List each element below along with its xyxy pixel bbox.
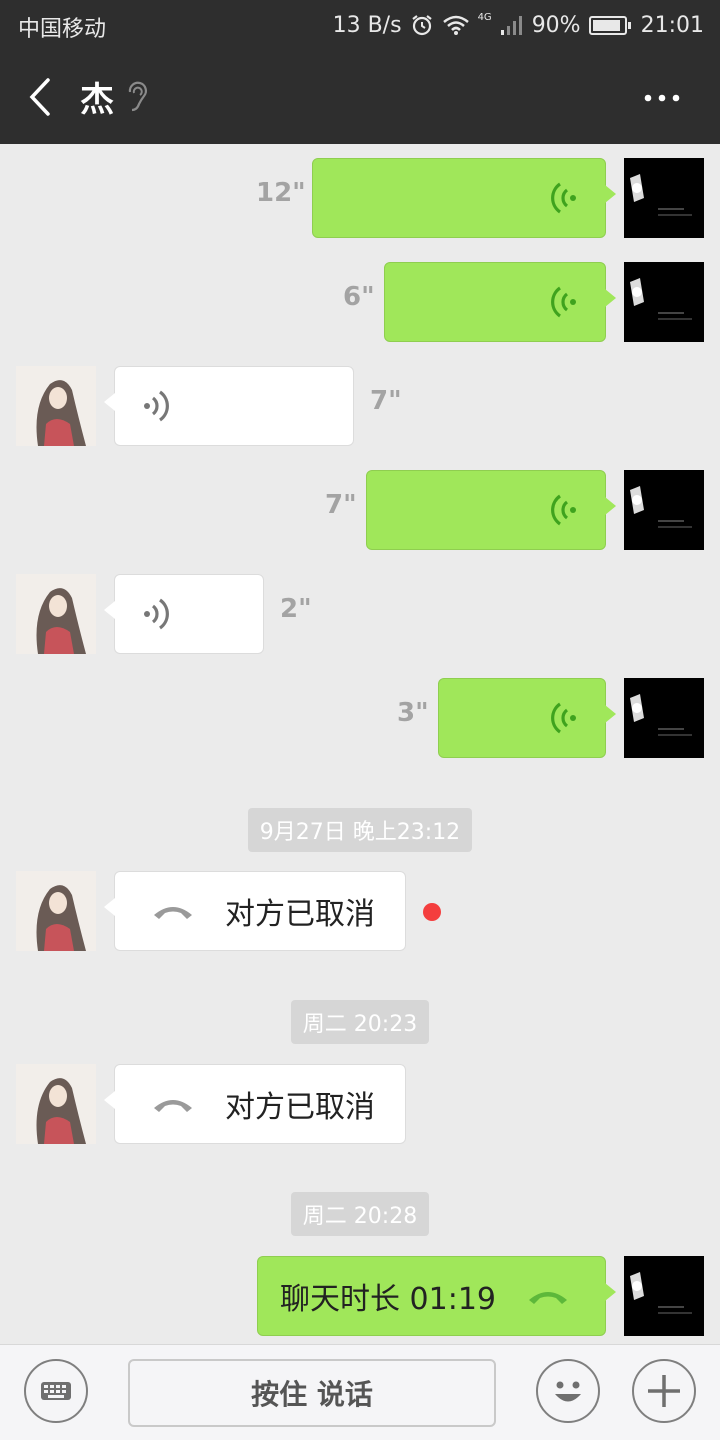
carrier-label: 中国移动: [18, 17, 107, 42]
my-avatar[interactable]: [624, 678, 704, 758]
voice-message-bubble[interactable]: [312, 158, 616, 238]
avatar-image: [16, 574, 96, 654]
voice-duration: 6": [343, 282, 375, 312]
plus-icon: [648, 1375, 680, 1407]
wifi-icon: [442, 15, 469, 35]
timestamp-row: 9月27日 晚上23:12: [0, 808, 720, 852]
voice-wave-icon: [144, 598, 169, 630]
avatar-image: [16, 366, 96, 446]
voice-message-bubble[interactable]: [104, 366, 354, 446]
timestamp: 9月27日 晚上23:12: [247, 808, 473, 852]
contact-avatar[interactable]: [16, 1064, 96, 1144]
chat-header: 杰: [0, 50, 720, 144]
timestamp-row: 周二 20:23: [0, 1000, 720, 1044]
voice-message-bubble[interactable]: [438, 678, 616, 758]
input-bar: 按住 说话: [0, 1344, 720, 1440]
unread-indicator: [423, 903, 441, 921]
clock: 21:01: [640, 12, 704, 38]
keyboard-icon: [41, 1382, 71, 1400]
chat-messages[interactable]: 12" 6" 7" 7" 2" 3" 9月27日 晚上23:12 对方已取消 周…: [0, 144, 720, 1344]
signal-icon: [500, 16, 522, 35]
my-avatar[interactable]: [624, 262, 704, 342]
network-type: 4G: [477, 12, 492, 23]
keyboard-toggle-button[interactable]: [24, 1359, 88, 1423]
phone-hangup-icon: [154, 1100, 192, 1112]
call-status-text: 对方已取消: [225, 897, 375, 932]
avatar-image: [624, 678, 704, 758]
call-record-bubble[interactable]: 对方已取消: [104, 1064, 406, 1144]
avatar-image: [16, 1064, 96, 1144]
my-avatar[interactable]: [624, 158, 704, 238]
voice-message-bubble[interactable]: [384, 262, 616, 342]
call-duration-text: 聊天时长 01:19: [280, 1282, 496, 1317]
battery-percent: 90%: [531, 12, 581, 38]
battery-level-fill: [592, 19, 620, 31]
phone-hangup-icon: [529, 1292, 567, 1304]
more-options-button[interactable]: [642, 78, 682, 118]
voice-message-bubble[interactable]: [104, 574, 264, 654]
avatar-image: [624, 262, 704, 342]
contact-avatar[interactable]: [16, 574, 96, 654]
alarm-icon: [411, 15, 432, 36]
my-avatar[interactable]: [624, 470, 704, 550]
call-record-bubble[interactable]: 聊天时长 01:19: [257, 1256, 616, 1336]
network-speed: 13 B/s: [332, 12, 402, 38]
my-avatar[interactable]: [624, 1256, 704, 1336]
timestamp-row: 周二 20:28: [0, 1192, 720, 1236]
back-button[interactable]: [20, 72, 60, 122]
voice-wave-icon: [551, 182, 576, 214]
emoji-button[interactable]: [536, 1359, 600, 1423]
voice-wave-icon: [551, 494, 576, 526]
voice-duration: 12": [256, 178, 306, 208]
contact-avatar[interactable]: [16, 366, 96, 446]
avatar-image: [624, 158, 704, 238]
voice-wave-icon: [551, 286, 576, 318]
timestamp: 周二 20:23: [290, 1000, 430, 1044]
battery-icon: [588, 15, 631, 35]
voice-message-bubble[interactable]: [366, 470, 616, 550]
status-indicators: 13 B/s 4G 90% 21:01: [333, 10, 704, 40]
avatar-image: [16, 871, 96, 951]
call-record-bubble[interactable]: 对方已取消: [104, 871, 406, 951]
chat-title: 杰: [80, 80, 114, 120]
avatar-image: [624, 1256, 704, 1336]
phone-hangup-icon: [154, 907, 192, 919]
contact-avatar[interactable]: [16, 871, 96, 951]
smiley-icon: [555, 1381, 581, 1402]
voice-duration: 7": [370, 386, 402, 416]
timestamp: 周二 20:28: [290, 1192, 430, 1236]
voice-wave-icon: [551, 702, 576, 734]
avatar-image: [624, 470, 704, 550]
hold-to-talk-button[interactable]: 按住 说话: [128, 1359, 496, 1427]
call-status-text: 对方已取消: [225, 1090, 375, 1125]
more-functions-button[interactable]: [632, 1359, 696, 1423]
voice-duration: 7": [325, 490, 357, 520]
voice-duration: 3": [397, 698, 429, 728]
earpiece-mode-icon: [128, 81, 147, 112]
voice-wave-icon: [144, 390, 169, 422]
status-bar: 中国移动 13 B/s 4G 90% 21:01: [0, 0, 720, 50]
voice-duration: 2": [280, 594, 312, 624]
